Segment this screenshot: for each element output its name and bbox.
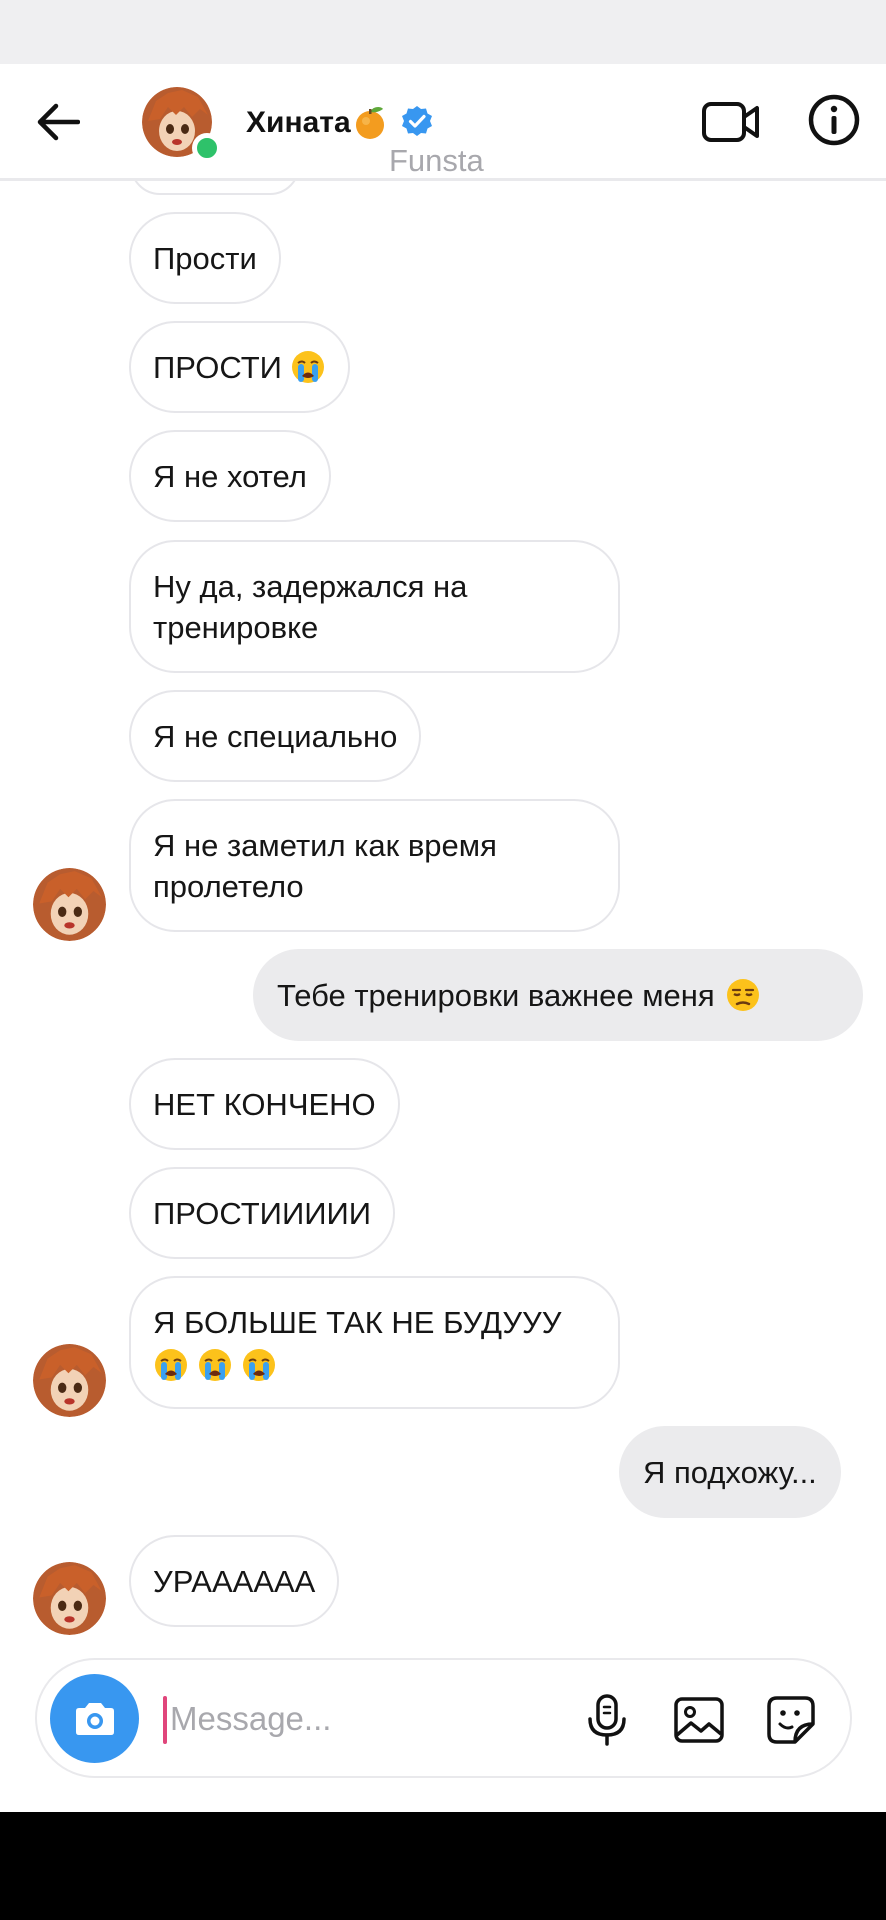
message-bubble[interactable]: Я БОЛЬШЕ ТАК НЕ БУДУУУ [129,1276,620,1409]
message-bubble[interactable]: УРАААААА [129,1535,340,1627]
message-bubble[interactable]: Я не заметил как время пролетело [129,799,620,932]
message-text: Ну да, задержался на тренировке [153,568,468,645]
arrow-left-icon [37,103,80,141]
message-text: Я подхожу... [643,1454,817,1490]
camera-button[interactable] [50,1674,139,1763]
message-bubble-outgoing[interactable]: Тебе тренировки важнее меня [253,949,863,1041]
message-bubble[interactable]: ПРОСТИИИИИ [129,1167,396,1259]
loudly-crying-face-emoji [197,1347,233,1383]
system-navigation-bar [0,1812,886,1920]
back-button[interactable] [30,94,86,150]
sender-avatar[interactable] [33,868,106,941]
partial-message-bubble [130,181,300,195]
message-thread[interactable]: Прости ПРОСТИ Я не хотел Ну да, задержал… [0,181,886,1653]
message-text: Прости [153,240,257,276]
camera-icon [75,1702,114,1735]
message-text: УРАААААА [153,1563,316,1599]
contact-subtitle: Funsta [389,143,484,178]
message-text: ПРОСТИИИИИ [153,1195,372,1231]
video-call-button[interactable] [700,94,762,150]
avatar-image [33,1344,106,1417]
info-icon [808,94,860,146]
sender-avatar[interactable] [33,1562,106,1635]
message-text: ПРОСТИ [153,349,282,385]
message-text: Я не хотел [153,458,307,494]
message-text: Я не заметил как время пролетело [153,827,497,904]
verified-badge-icon [402,106,432,136]
voice-message-button[interactable] [577,1690,637,1750]
message-text: НЕТ КОНЧЕНО [153,1086,376,1122]
avatar-image [33,1562,106,1635]
online-status-dot [192,133,222,163]
message-bubble[interactable]: НЕТ КОНЧЕНО [129,1058,400,1150]
status-bar [0,0,886,64]
message-bubble-outgoing[interactable]: Я подхожу... [619,1426,841,1518]
loudly-crying-face-emoji [153,1347,189,1383]
message-text: Я не специально [153,718,398,754]
sender-avatar[interactable] [33,1344,106,1417]
message-bubble[interactable]: Ну да, задержался на тренировке [129,540,620,673]
unamused-face-emoji [725,977,761,1013]
gallery-button[interactable] [669,1690,729,1750]
message-bubble[interactable]: ПРОСТИ [129,321,350,413]
message-text: Тебе тренировки важнее меня [277,977,715,1013]
contact-name[interactable]: Хината [246,105,351,141]
message-bubble[interactable]: Я не специально [129,690,422,782]
sticker-button[interactable] [761,1690,821,1750]
message-bubble[interactable]: Прости [129,212,281,304]
info-button[interactable] [806,92,862,148]
message-composer [35,1658,852,1778]
message-input[interactable] [164,1690,464,1748]
contact-avatar[interactable] [142,87,222,163]
loudly-crying-face-emoji [241,1347,277,1383]
microphone-icon [588,1694,626,1746]
avatar-image [33,868,106,941]
tangerine-emoji [356,107,384,139]
chat-header: Хината Funsta [0,64,886,181]
sticker-icon [767,1696,815,1744]
image-icon [674,1697,724,1743]
message-text: Я БОЛЬШЕ ТАК НЕ БУДУУУ [153,1304,562,1340]
video-camera-icon [702,102,759,142]
message-bubble[interactable]: Я не хотел [129,430,331,522]
loudly-crying-face-emoji [290,349,326,385]
